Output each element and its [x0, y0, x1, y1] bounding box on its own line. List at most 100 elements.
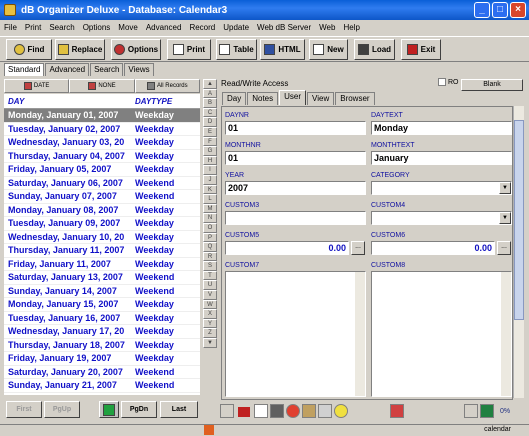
- alphabet-letter[interactable]: B: [203, 98, 217, 108]
- tab-standard[interactable]: Standard: [4, 63, 45, 76]
- custom7-memo[interactable]: [225, 271, 366, 397]
- table-row[interactable]: Tuesday, January 09, 2007 Weekday: [4, 217, 200, 231]
- table-row[interactable]: Friday, January 11, 2007 Weekday: [4, 258, 200, 271]
- monthtext-field[interactable]: January: [371, 151, 512, 165]
- minimize-button[interactable]: _: [474, 2, 490, 18]
- table-row[interactable]: Sunday, January 14, 2007 Weekend: [4, 285, 200, 298]
- alphabet-letter[interactable]: D: [203, 117, 217, 127]
- alphabet-toggle[interactable]: [220, 404, 234, 418]
- tab-view[interactable]: View: [307, 92, 335, 105]
- sort-date-button[interactable]: DATE: [4, 79, 70, 93]
- menu-update[interactable]: Update: [223, 23, 249, 32]
- custom4-select[interactable]: ▼: [371, 211, 512, 225]
- readonly-toggle[interactable]: RO: [438, 78, 459, 86]
- menu-advanced[interactable]: Advanced: [146, 23, 182, 32]
- scroll-down-icon[interactable]: ▼: [203, 338, 217, 348]
- print-button[interactable]: Print: [167, 39, 211, 60]
- table-row[interactable]: Monday, January 01, 2007 Weekday: [4, 109, 200, 123]
- tab-day[interactable]: Day: [222, 92, 247, 105]
- trash-icon[interactable]: [270, 404, 284, 418]
- alphabet-letter[interactable]: A: [203, 88, 217, 99]
- custom8-memo[interactable]: [371, 271, 512, 397]
- table-row[interactable]: Saturday, January 20, 2007 Weekend: [4, 366, 200, 379]
- alphabet-letter[interactable]: X: [203, 309, 217, 319]
- table-row[interactable]: Monday, January 08, 2007 Weekday: [4, 204, 200, 217]
- table-row[interactable]: Friday, January 05, 2007 Weekday: [4, 163, 200, 177]
- alphabet-letter[interactable]: L: [203, 194, 217, 204]
- table-row[interactable]: Monday, January 15, 2007 Weekday: [4, 298, 200, 312]
- custom6-field[interactable]: 0.00: [371, 241, 495, 255]
- edit-icon[interactable]: [302, 404, 316, 418]
- category-select[interactable]: ▼: [371, 181, 512, 195]
- table-button[interactable]: Table: [216, 39, 257, 60]
- alphabet-letter[interactable]: W: [203, 299, 217, 310]
- table-row[interactable]: Tuesday, January 16, 2007 Weekday: [4, 312, 200, 325]
- daynr-field[interactable]: 01: [225, 121, 366, 135]
- arrow-left-icon[interactable]: [238, 407, 250, 417]
- next-record-button[interactable]: [480, 404, 494, 418]
- table-row[interactable]: Thursday, January 18, 2007 Weekday: [4, 339, 200, 352]
- menu-file[interactable]: File: [4, 23, 17, 32]
- menu-options[interactable]: Options: [83, 23, 111, 32]
- alphabet-letter[interactable]: P: [203, 232, 217, 243]
- pgdn-button[interactable]: PgDn: [121, 401, 157, 418]
- table-row[interactable]: Wednesday, January 17, 20 Weekday: [4, 325, 200, 339]
- alphabet-letter[interactable]: I: [203, 165, 217, 175]
- form-scrollbar[interactable]: [513, 106, 524, 398]
- memo-scrollbar[interactable]: [501, 272, 511, 396]
- daytext-field[interactable]: Monday: [371, 121, 512, 135]
- tab-notes[interactable]: Notes: [247, 92, 279, 105]
- first-button[interactable]: First: [6, 401, 42, 418]
- last-button[interactable]: Last: [160, 401, 198, 418]
- alphabet-letter[interactable]: Q: [203, 242, 217, 252]
- alphabet-letter[interactable]: T: [203, 270, 217, 281]
- new-button[interactable]: New: [309, 39, 348, 60]
- alphabet-letter[interactable]: O: [203, 222, 217, 233]
- monthnr-field[interactable]: 01: [225, 151, 366, 165]
- load-button[interactable]: Load: [354, 39, 395, 60]
- table-row[interactable]: Tuesday, January 02, 2007 Weekday: [4, 123, 200, 136]
- tab-browser[interactable]: Browser: [335, 92, 375, 105]
- tab-user[interactable]: User: [279, 90, 307, 105]
- sort-none-button[interactable]: NONE: [69, 79, 135, 93]
- readonly-checkbox[interactable]: [438, 78, 446, 86]
- table-row[interactable]: Friday, January 19, 2007 Weekday: [4, 352, 200, 366]
- grid-view-button[interactable]: [99, 401, 119, 418]
- options-button[interactable]: Options: [111, 39, 161, 60]
- alphabet-letter[interactable]: E: [203, 126, 217, 137]
- custom5-ellipsis-button[interactable]: ...: [351, 241, 365, 255]
- tab-views[interactable]: Views: [124, 63, 154, 76]
- exit-button[interactable]: Exit: [401, 39, 441, 60]
- alphabet-letter[interactable]: Y: [203, 318, 217, 329]
- alphabet-letter[interactable]: H: [203, 155, 217, 166]
- menu-help[interactable]: Help: [343, 23, 359, 32]
- alphabet-letter[interactable]: K: [203, 184, 217, 195]
- replace-button[interactable]: Replace: [55, 39, 105, 60]
- copy-icon[interactable]: [318, 404, 332, 418]
- custom6-ellipsis-button[interactable]: ...: [497, 241, 511, 255]
- alphabet-letter[interactable]: Z: [203, 328, 217, 339]
- column-header-day[interactable]: DAY: [4, 94, 132, 108]
- previous-record-button[interactable]: [464, 404, 478, 418]
- printer-icon[interactable]: [254, 404, 268, 418]
- close-button[interactable]: ×: [510, 2, 526, 18]
- alphabet-letter[interactable]: J: [203, 174, 217, 185]
- alphabet-letter[interactable]: U: [203, 280, 217, 291]
- calendar-icon[interactable]: [390, 404, 404, 418]
- table-row[interactable]: Sunday, January 21, 2007 Weekend: [4, 379, 200, 393]
- column-header-daytype[interactable]: DAYTYPE: [132, 94, 198, 108]
- clock-icon[interactable]: [286, 404, 300, 418]
- alphabet-letter[interactable]: C: [203, 107, 217, 118]
- table-row[interactable]: Wednesday, January 03, 20 Weekday: [4, 136, 200, 150]
- chevron-down-icon[interactable]: ▼: [499, 212, 511, 224]
- table-row[interactable]: Thursday, January 04, 2007 Weekday: [4, 150, 200, 163]
- alphabet-letter[interactable]: S: [203, 261, 217, 271]
- menu-web-db-server[interactable]: Web dB Server: [257, 23, 311, 32]
- all-records-button[interactable]: All Records: [134, 79, 200, 93]
- custom5-field[interactable]: 0.00: [225, 241, 349, 255]
- alphabet-letter[interactable]: R: [203, 251, 217, 262]
- table-row[interactable]: Saturday, January 06, 2007 Weekend: [4, 177, 200, 190]
- maximize-button[interactable]: □: [492, 2, 508, 18]
- menu-print[interactable]: Print: [25, 23, 41, 32]
- table-row[interactable]: Thursday, January 11, 2007 Weekday: [4, 244, 200, 258]
